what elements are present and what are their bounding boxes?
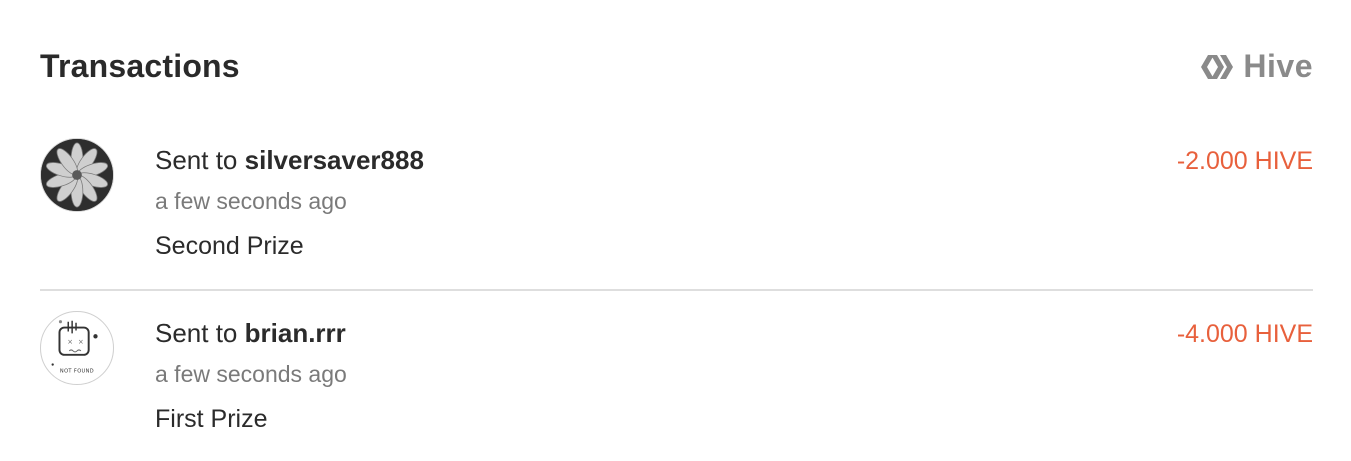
divider [40, 289, 1313, 291]
transaction-item: × × NOT FOUND Sent to brian.rrr a few se… [40, 311, 1313, 461]
transaction-amount: -4.000 HIVE [1176, 320, 1313, 348]
transaction-time: a few seconds ago [155, 361, 347, 387]
profile-photo-icon [41, 139, 113, 211]
transaction-memo: First Prize [155, 405, 268, 433]
avatar[interactable] [40, 138, 114, 212]
avatar-not-found-text: NOT FOUND [60, 368, 94, 374]
transactions-header: Transactions Hive [40, 44, 1313, 90]
transactions-panel: Transactions Hive Sent to silversaver888… [40, 0, 1313, 455]
transaction-prefix: Sent to [155, 145, 238, 175]
brand-label: Hive [1243, 48, 1313, 84]
transaction-amount: -2.000 HIVE [1176, 147, 1313, 175]
transaction-description: Sent to brian.rrr [155, 318, 346, 349]
not-found-placeholder-icon: × × NOT FOUND [51, 320, 98, 374]
hive-logo-icon [1201, 54, 1234, 79]
recipient-link[interactable]: silversaver888 [245, 145, 424, 175]
transaction-time: a few seconds ago [155, 188, 347, 214]
hive-brand[interactable]: Hive [1199, 48, 1313, 85]
recipient-link[interactable]: brian.rrr [245, 318, 346, 348]
transaction-item: Sent to silversaver888 a few seconds ago… [40, 138, 1313, 288]
transaction-memo: Second Prize [155, 232, 304, 260]
page-title: Transactions [40, 48, 240, 84]
svg-text:×: × [78, 338, 84, 346]
svg-text:×: × [67, 338, 73, 346]
avatar[interactable]: × × NOT FOUND [40, 311, 114, 385]
transaction-prefix: Sent to [155, 318, 238, 348]
transaction-description: Sent to silversaver888 [155, 145, 424, 176]
